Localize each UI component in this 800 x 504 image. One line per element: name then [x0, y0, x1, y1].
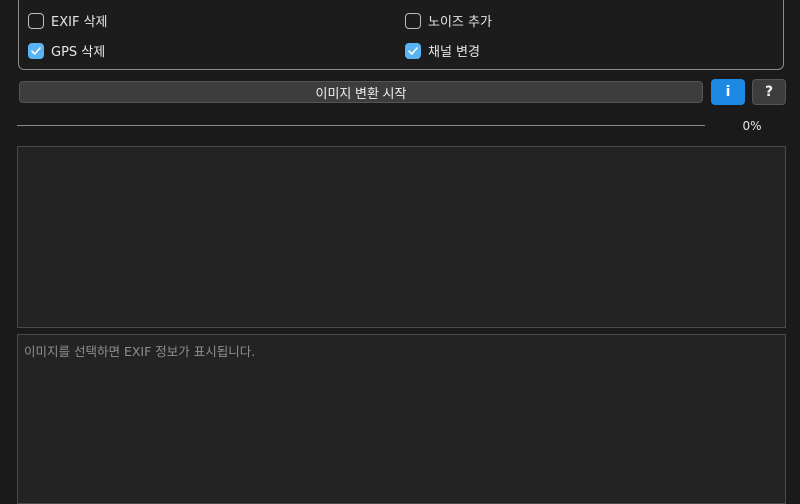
- checkbox-box[interactable]: [28, 12, 44, 29]
- start-conversion-button[interactable]: 이미지 변환 시작: [19, 81, 703, 103]
- progress-bar: [17, 125, 705, 126]
- checkbox-box[interactable]: [405, 12, 421, 29]
- checkmark-icon: [408, 46, 418, 55]
- help-button[interactable]: ?: [752, 79, 786, 105]
- gps-remove-label: GPS 삭제: [51, 45, 106, 60]
- add-noise-label: 노이즈 추가: [428, 15, 492, 30]
- exif-remove-label: EXIF 삭제: [51, 15, 108, 30]
- change-channel-checkbox[interactable]: 채널 변경: [405, 41, 480, 60]
- checkbox-box[interactable]: [405, 42, 421, 59]
- exif-remove-checkbox[interactable]: EXIF 삭제: [28, 11, 107, 30]
- checkmark-icon: [31, 46, 41, 55]
- gps-remove-checkbox[interactable]: GPS 삭제: [28, 41, 105, 60]
- add-noise-checkbox[interactable]: 노이즈 추가: [405, 11, 492, 30]
- change-channel-label: 채널 변경: [428, 45, 480, 60]
- image-preview-area[interactable]: [17, 146, 786, 328]
- options-panel: EXIF 삭제 노이즈 추가 GPS 삭제 채널 변경: [18, 0, 784, 70]
- checkbox-box[interactable]: [28, 42, 44, 59]
- exif-info-textarea[interactable]: [17, 334, 786, 504]
- progress-percent: 0%: [742, 119, 762, 133]
- info-button[interactable]: i: [711, 79, 745, 105]
